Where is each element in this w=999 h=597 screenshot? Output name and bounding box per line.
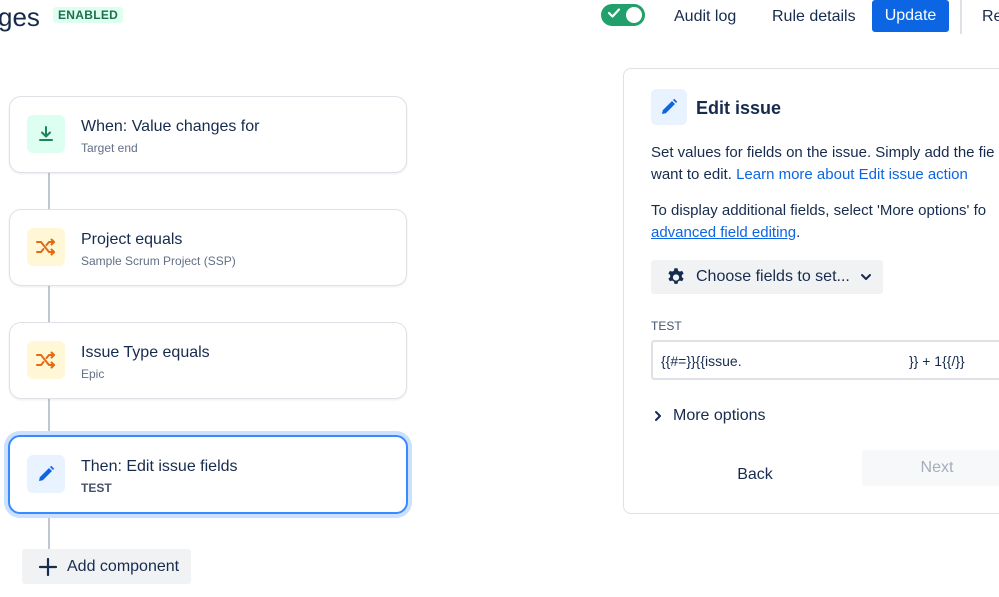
chevron-down-icon: [860, 274, 871, 280]
pencil-icon: [39, 465, 55, 481]
add-component-label: Add component: [67, 557, 180, 575]
pencil-icon: [662, 98, 678, 114]
update-button[interactable]: Update: [872, 0, 949, 32]
field-value-end: }} + 1{{/}}: [909, 353, 965, 369]
shuffle-icon: [36, 351, 55, 369]
audit-log-button[interactable]: Audit log: [674, 8, 736, 26]
learn-more-link[interactable]: Learn more about Edit issue action: [736, 166, 968, 183]
check-icon: [607, 8, 621, 18]
panel-description-line2: want to edit. Learn more about Edit issu…: [651, 164, 968, 186]
component-title: When: Value changes for: [81, 118, 260, 135]
component-subtitle: Target end: [81, 141, 138, 155]
plus-icon: [38, 557, 58, 576]
rule-details-button[interactable]: Rule details: [772, 8, 856, 26]
add-component-button[interactable]: Add component: [22, 549, 191, 584]
component-subtitle: Epic: [81, 367, 105, 381]
rule-enabled-toggle[interactable]: [601, 4, 645, 26]
flow-connector: [48, 285, 50, 322]
choose-fields-label: Choose fields to set...: [696, 268, 850, 285]
description-text: want to edit.: [651, 166, 737, 183]
trigger-card[interactable]: When: Value changes for Target end: [9, 96, 407, 173]
flow-connector: [48, 172, 50, 209]
panel-info-line2: advanced field editing.: [651, 222, 800, 244]
page-title: ges: [0, 2, 40, 32]
panel-info-line1: To display additional fields, select 'Mo…: [651, 202, 987, 219]
test-field-label: TEST: [651, 319, 682, 333]
shuffle-icon: [36, 238, 55, 256]
action-icon-box: [27, 455, 65, 493]
info-suffix: .: [796, 224, 801, 241]
condition-icon-box: [27, 341, 65, 379]
field-value-start: {{#=}}{{issue.: [661, 353, 742, 369]
more-options-toggle[interactable]: More options: [651, 407, 766, 425]
status-badge: ENABLED: [53, 7, 124, 23]
condition-card-issue-type[interactable]: Issue Type equals Epic: [9, 322, 407, 399]
chevron-right-icon: [655, 411, 661, 421]
header-divider: [960, 0, 962, 34]
toggle-knob: [626, 7, 642, 23]
test-field-input[interactable]: {{#=}}{{issue. }} + 1{{/}}: [651, 340, 999, 380]
component-subtitle: Sample Scrum Project (SSP): [81, 254, 236, 268]
trigger-icon-box: [27, 115, 65, 153]
component-subtitle: TEST: [81, 481, 112, 495]
condition-card-project[interactable]: Project equals Sample Scrum Project (SSP…: [9, 209, 407, 286]
advanced-field-editing-link[interactable]: advanced field editing: [651, 224, 796, 241]
return-button[interactable]: Re: [982, 8, 999, 26]
panel-icon-box: [651, 89, 687, 125]
choose-fields-button[interactable]: Choose fields to set...: [651, 260, 883, 294]
flow-connector: [48, 398, 50, 435]
edit-issue-panel: Edit issue Set values for fields on the …: [623, 68, 999, 514]
gear-icon: [668, 268, 684, 284]
component-title: Project equals: [81, 231, 183, 248]
component-title: Then: Edit issue fields: [81, 458, 238, 475]
panel-description-line1: Set values for fields on the issue. Simp…: [651, 144, 995, 161]
component-title: Issue Type equals: [81, 344, 210, 361]
next-button[interactable]: Next: [862, 450, 999, 486]
more-options-label: More options: [673, 407, 766, 424]
back-button[interactable]: Back: [707, 458, 803, 492]
flow-connector: [48, 512, 50, 550]
condition-icon-box: [27, 228, 65, 266]
action-card-edit-issue[interactable]: Then: Edit issue fields TEST: [8, 435, 408, 514]
panel-title: Edit issue: [696, 98, 782, 118]
field-value-changed-icon: [39, 126, 53, 141]
